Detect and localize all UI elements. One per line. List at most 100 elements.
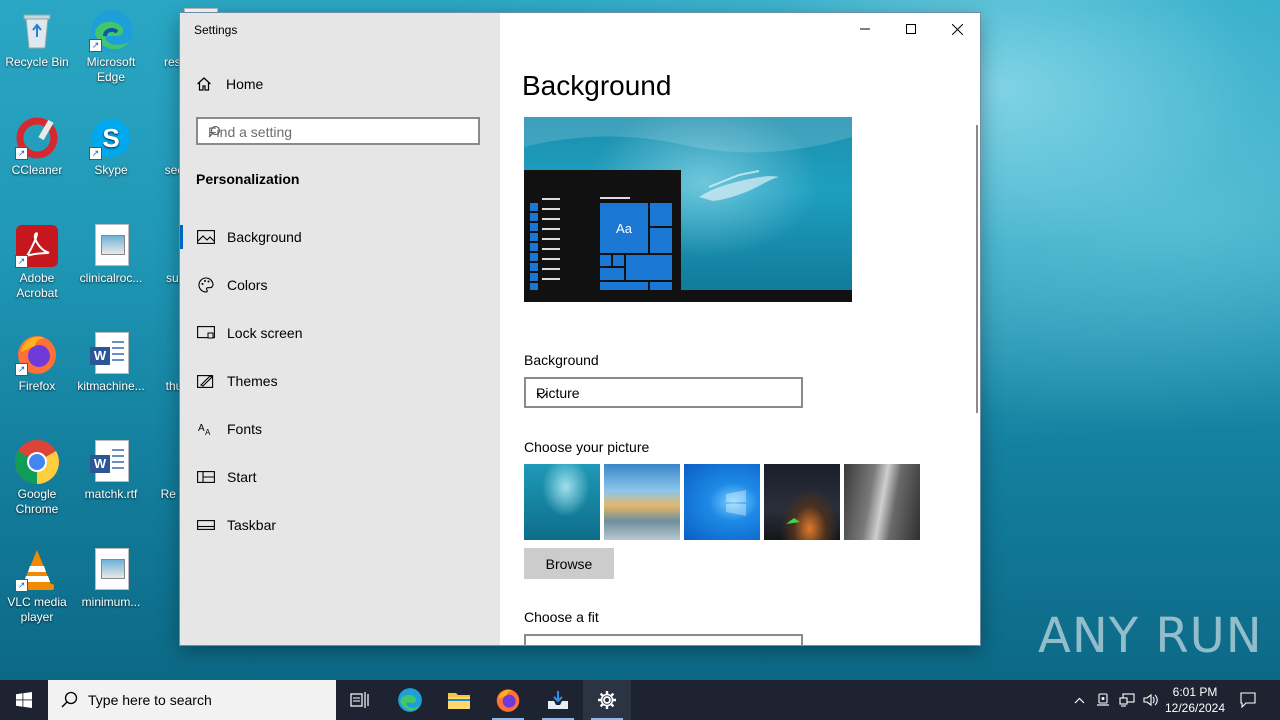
- taskbar-file-explorer[interactable]: [435, 680, 483, 720]
- nav-home-label: Home: [226, 76, 264, 92]
- desktop-icon-label: minimum...: [81, 595, 141, 609]
- nav-item-background[interactable]: Background: [180, 214, 500, 260]
- shortcut-arrow-icon: ↗: [15, 147, 28, 160]
- window-title: Settings: [194, 23, 238, 37]
- shortcut-arrow-icon: ↗: [15, 363, 28, 376]
- picture-thumbnail-beach-rocks[interactable]: [604, 464, 680, 540]
- nav-item-label: Lock screen: [227, 325, 303, 341]
- gear-icon: [598, 691, 616, 709]
- folder-icon: [448, 693, 470, 709]
- clock-date: 12/26/2024: [1164, 701, 1226, 715]
- edge-icon: ↗: [89, 8, 133, 52]
- desktop-icon-firefox[interactable]: ↗ Firefox: [1, 332, 73, 394]
- choose-fit-dropdown[interactable]: [524, 634, 803, 645]
- volume-icon: [1143, 693, 1158, 707]
- browse-button[interactable]: Browse: [524, 548, 614, 579]
- close-button[interactable]: [934, 13, 980, 45]
- desktop-icon-label: Microsoft Edge: [86, 55, 136, 84]
- search-icon: [208, 125, 470, 141]
- maximize-icon: [906, 24, 916, 34]
- minimize-button[interactable]: [842, 13, 888, 45]
- picture-thumbnail-windows-logo[interactable]: [684, 464, 760, 540]
- picture-thumbnail-night-sky[interactable]: [764, 464, 840, 540]
- word-document-icon: W: [89, 440, 133, 484]
- clock-time: 6:01 PM: [1172, 685, 1218, 699]
- shortcut-arrow-icon: ↗: [89, 39, 102, 52]
- desktop-icon-label: Skype: [94, 163, 128, 177]
- picture-thumbnail-waterfall[interactable]: [844, 464, 920, 540]
- windows-start-icon: [16, 692, 32, 708]
- ccleaner-icon: ↗: [15, 116, 59, 160]
- desktop-icon-recycle-bin[interactable]: Recycle Bin: [1, 8, 73, 70]
- nav-item-fonts[interactable]: AA Fonts: [180, 406, 500, 452]
- desktop-icon-label: Recycle Bin: [5, 55, 69, 69]
- desktop-icon-skype[interactable]: S ↗ Skype: [75, 116, 147, 178]
- preview-tile-aa: Aa: [600, 203, 648, 253]
- choose-fit-label: Choose a fit: [524, 609, 599, 625]
- skype-icon: S ↗: [89, 116, 133, 160]
- nav-item-taskbar[interactable]: Taskbar: [180, 502, 500, 548]
- taskbar-search-box[interactable]: Type here to search: [48, 680, 336, 720]
- anyrun-watermark: ANY RUN: [1038, 608, 1263, 664]
- desktop-icon-clinicalroc[interactable]: clinicalroc...: [75, 224, 147, 286]
- nav-item-start[interactable]: Start: [180, 454, 500, 500]
- download-tray-icon: [548, 691, 568, 709]
- desktop-icon-matchk[interactable]: W matchk.rtf: [75, 440, 147, 502]
- nav-item-lock-screen[interactable]: Lock screen: [180, 310, 500, 356]
- picture-thumbnail-underwater[interactable]: [524, 464, 600, 540]
- background-type-dropdown[interactable]: Picture: [524, 377, 803, 408]
- palette-icon: [196, 277, 216, 293]
- lock-screen-icon: [196, 326, 216, 340]
- start-button[interactable]: [0, 680, 48, 720]
- show-hidden-icons-button[interactable]: [1068, 680, 1090, 720]
- taskbar-edge[interactable]: [386, 680, 434, 720]
- desktop-icon-microsoft-edge[interactable]: ↗ Microsoft Edge: [75, 8, 147, 85]
- action-center-button[interactable]: [1234, 680, 1262, 720]
- desktop-icon-label: CCleaner: [11, 163, 63, 177]
- taskbar-settings[interactable]: [583, 680, 631, 720]
- home-icon: [196, 76, 212, 92]
- shortcut-arrow-icon: ↗: [15, 579, 28, 592]
- nav-item-label: Fonts: [227, 421, 263, 437]
- nav-item-themes[interactable]: Themes: [180, 358, 500, 404]
- taskbar-downloader[interactable]: [534, 680, 582, 720]
- close-icon: [951, 23, 963, 35]
- search-icon: [61, 691, 78, 711]
- desktop-icon-label: Adobe Acrobat: [16, 271, 58, 300]
- desktop-icon-google-chrome[interactable]: Google Chrome: [1, 440, 73, 517]
- nav-home[interactable]: Home: [196, 76, 263, 92]
- network-button[interactable]: [1116, 680, 1138, 720]
- background-preview: Aa: [524, 117, 852, 302]
- start-icon: [196, 471, 216, 483]
- nav-item-label: Taskbar: [227, 517, 277, 533]
- shortcut-arrow-icon: ↗: [89, 147, 102, 160]
- nav-item-label: Colors: [227, 277, 268, 293]
- taskbar-icon: [196, 520, 216, 530]
- task-view-button[interactable]: [336, 680, 384, 720]
- nav-item-colors[interactable]: Colors: [180, 262, 500, 308]
- desktop-icon-vlc[interactable]: ↗ VLC media player: [1, 548, 73, 625]
- recycle-bin-icon: [15, 8, 59, 52]
- maximize-button[interactable]: [888, 13, 934, 45]
- settings-content: Background Aa Background Picture Choose …: [500, 13, 980, 645]
- taskbar-firefox[interactable]: [484, 680, 532, 720]
- taskbar-clock[interactable]: 6:01 PM 12/26/2024: [1160, 684, 1230, 716]
- vlc-icon: ↗: [15, 548, 59, 592]
- preview-start-menu: Aa: [524, 170, 681, 291]
- find-setting-input[interactable]: Find a setting: [196, 117, 480, 145]
- volume-button[interactable]: [1140, 680, 1162, 720]
- svg-text:A: A: [205, 428, 211, 436]
- desktop-icon-ccleaner[interactable]: ↗ CCleaner: [1, 116, 73, 178]
- shortcut-arrow-icon: ↗: [15, 255, 28, 268]
- desktop-icon-minimum[interactable]: minimum...: [75, 548, 147, 610]
- firefox-icon: ↗: [15, 332, 59, 376]
- scrollbar[interactable]: [976, 125, 978, 413]
- chevron-up-icon: [1074, 697, 1084, 703]
- desktop-icon-kitmachine[interactable]: W kitmachine...: [75, 332, 147, 394]
- desktop-icon-label: Firefox: [18, 379, 56, 393]
- desktop-icon-label: matchk.rtf: [84, 487, 138, 501]
- choose-picture-label: Choose your picture: [524, 439, 650, 455]
- tray-device-button[interactable]: [1092, 680, 1114, 720]
- svg-text:S: S: [102, 123, 119, 153]
- desktop-icon-adobe-acrobat[interactable]: ↗ Adobe Acrobat: [1, 224, 73, 301]
